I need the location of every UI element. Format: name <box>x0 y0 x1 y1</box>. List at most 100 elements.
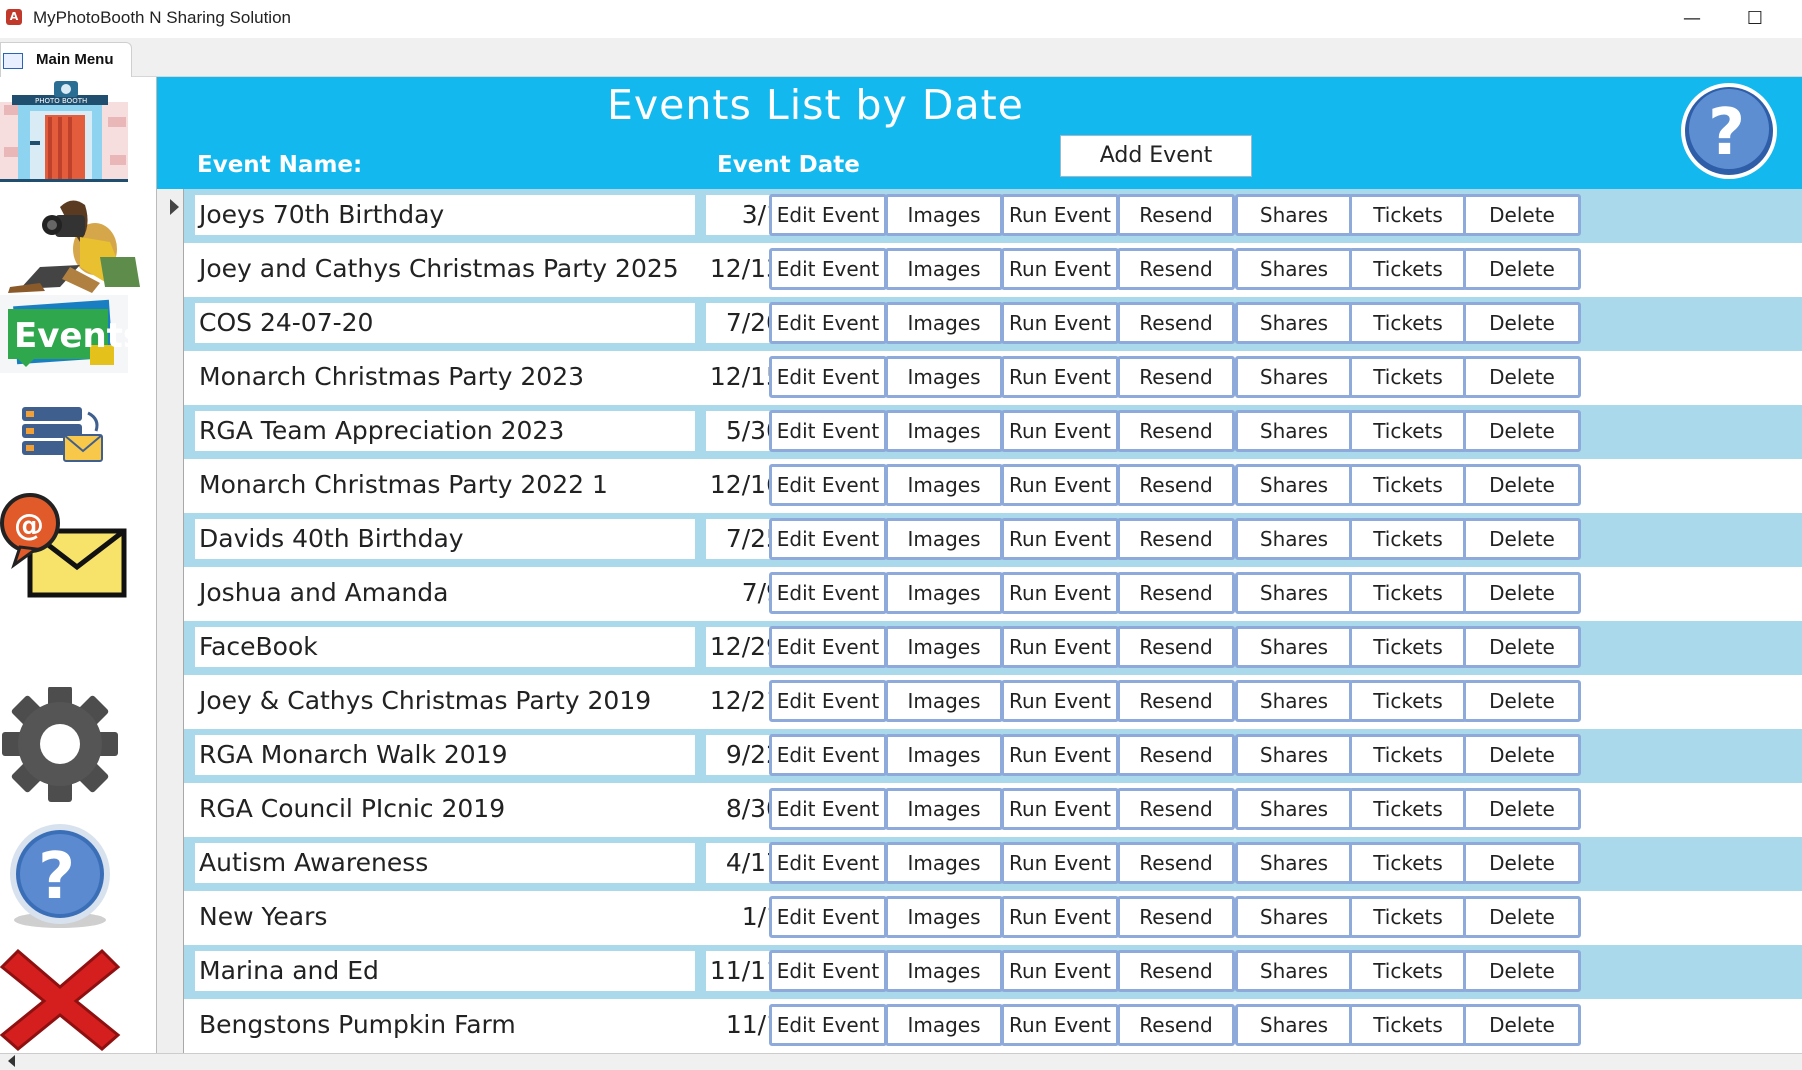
delete-button[interactable]: Delete <box>1463 302 1581 344</box>
images-button[interactable]: Images <box>885 950 1003 992</box>
event-name-field[interactable]: Joey & Cathys Christmas Party 2019 <box>195 681 695 721</box>
tickets-button[interactable]: Tickets <box>1349 680 1467 722</box>
run-event-button[interactable]: Run Event <box>1001 518 1119 560</box>
event-name-field[interactable]: COS 24-07-20 <box>195 303 695 343</box>
record-selector[interactable] <box>157 837 184 892</box>
record-selector[interactable] <box>157 297 184 352</box>
event-name-field[interactable]: Monarch Christmas Party 2023 <box>195 357 695 397</box>
resend-button[interactable]: Resend <box>1117 572 1235 614</box>
run-event-button[interactable]: Run Event <box>1001 734 1119 776</box>
tickets-button[interactable]: Tickets <box>1349 788 1467 830</box>
record-selector[interactable] <box>157 945 184 1000</box>
resend-button[interactable]: Resend <box>1117 248 1235 290</box>
tickets-button[interactable]: Tickets <box>1349 194 1467 236</box>
run-event-button[interactable]: Run Event <box>1001 356 1119 398</box>
edit-event-button[interactable]: Edit Event <box>769 302 887 344</box>
edit-event-button[interactable]: Edit Event <box>769 194 887 236</box>
record-selector[interactable] <box>157 351 184 406</box>
resend-button[interactable]: Resend <box>1117 734 1235 776</box>
event-name-field[interactable]: RGA Monarch Walk 2019 <box>195 735 695 775</box>
database-mail-icon[interactable] <box>0 399 130 469</box>
record-selector[interactable] <box>157 891 184 946</box>
tickets-button[interactable]: Tickets <box>1349 626 1467 668</box>
resend-button[interactable]: Resend <box>1117 194 1235 236</box>
edit-event-button[interactable]: Edit Event <box>769 464 887 506</box>
run-event-button[interactable]: Run Event <box>1001 410 1119 452</box>
record-selector[interactable] <box>157 459 184 514</box>
edit-event-button[interactable]: Edit Event <box>769 1004 887 1046</box>
shares-button[interactable]: Shares <box>1235 1004 1353 1046</box>
tickets-button[interactable]: Tickets <box>1349 518 1467 560</box>
images-button[interactable]: Images <box>885 248 1003 290</box>
record-selector[interactable] <box>157 405 184 460</box>
edit-event-button[interactable]: Edit Event <box>769 572 887 614</box>
photographer-icon[interactable] <box>0 187 140 297</box>
edit-event-button[interactable]: Edit Event <box>769 950 887 992</box>
delete-button[interactable]: Delete <box>1463 842 1581 884</box>
images-button[interactable]: Images <box>885 194 1003 236</box>
delete-button[interactable]: Delete <box>1463 1004 1581 1046</box>
event-name-field[interactable]: Joeys 70th Birthday <box>195 195 695 235</box>
tickets-button[interactable]: Tickets <box>1349 896 1467 938</box>
edit-event-button[interactable]: Edit Event <box>769 680 887 722</box>
resend-button[interactable]: Resend <box>1117 1004 1235 1046</box>
edit-event-button[interactable]: Edit Event <box>769 896 887 938</box>
images-button[interactable]: Images <box>885 410 1003 452</box>
horizontal-scrollbar[interactable] <box>0 1053 1802 1070</box>
tickets-button[interactable]: Tickets <box>1349 572 1467 614</box>
close-icon[interactable] <box>0 941 130 1051</box>
delete-button[interactable]: Delete <box>1463 464 1581 506</box>
tickets-button[interactable]: Tickets <box>1349 302 1467 344</box>
delete-button[interactable]: Delete <box>1463 572 1581 614</box>
events-icon[interactable]: Events <box>0 295 143 375</box>
edit-event-button[interactable]: Edit Event <box>769 248 887 290</box>
scroll-left-arrow-icon[interactable] <box>8 1055 15 1067</box>
edit-event-button[interactable]: Edit Event <box>769 518 887 560</box>
shares-button[interactable]: Shares <box>1235 788 1353 830</box>
run-event-button[interactable]: Run Event <box>1001 842 1119 884</box>
record-selector[interactable] <box>157 729 184 784</box>
event-name-field[interactable]: Bengstons Pumpkin Farm <box>195 1005 695 1045</box>
edit-event-button[interactable]: Edit Event <box>769 626 887 668</box>
event-name-field[interactable]: Joey and Cathys Christmas Party 2025 <box>195 249 695 289</box>
resend-button[interactable]: Resend <box>1117 356 1235 398</box>
tickets-button[interactable]: Tickets <box>1349 410 1467 452</box>
tickets-button[interactable]: Tickets <box>1349 734 1467 776</box>
photo-booth-icon[interactable]: PHOTO BOOTH <box>0 77 130 182</box>
resend-button[interactable]: Resend <box>1117 302 1235 344</box>
resend-button[interactable]: Resend <box>1117 626 1235 668</box>
delete-button[interactable]: Delete <box>1463 410 1581 452</box>
delete-button[interactable]: Delete <box>1463 734 1581 776</box>
images-button[interactable]: Images <box>885 302 1003 344</box>
images-button[interactable]: Images <box>885 788 1003 830</box>
resend-button[interactable]: Resend <box>1117 518 1235 560</box>
maximize-button[interactable]: ☐ <box>1735 4 1775 34</box>
email-icon[interactable]: @ <box>0 489 130 599</box>
record-selector[interactable] <box>157 567 184 622</box>
resend-button[interactable]: Resend <box>1117 842 1235 884</box>
tickets-button[interactable]: Tickets <box>1349 248 1467 290</box>
edit-event-button[interactable]: Edit Event <box>769 788 887 830</box>
delete-button[interactable]: Delete <box>1463 788 1581 830</box>
resend-button[interactable]: Resend <box>1117 950 1235 992</box>
event-name-field[interactable]: Joshua and Amanda <box>195 573 695 613</box>
gear-icon[interactable] <box>0 686 130 802</box>
tickets-button[interactable]: Tickets <box>1349 464 1467 506</box>
record-selector[interactable] <box>157 621 184 676</box>
delete-button[interactable]: Delete <box>1463 680 1581 722</box>
delete-button[interactable]: Delete <box>1463 518 1581 560</box>
shares-button[interactable]: Shares <box>1235 896 1353 938</box>
record-selector[interactable] <box>157 999 184 1053</box>
shares-button[interactable]: Shares <box>1235 842 1353 884</box>
event-name-field[interactable]: Monarch Christmas Party 2022 1 <box>195 465 695 505</box>
shares-button[interactable]: Shares <box>1235 302 1353 344</box>
event-name-field[interactable]: Marina and Ed <box>195 951 695 991</box>
resend-button[interactable]: Resend <box>1117 464 1235 506</box>
shares-button[interactable]: Shares <box>1235 950 1353 992</box>
event-name-field[interactable]: New Years <box>195 897 695 937</box>
shares-button[interactable]: Shares <box>1235 194 1353 236</box>
edit-event-button[interactable]: Edit Event <box>769 356 887 398</box>
tab-main-menu[interactable]: Main Menu <box>0 42 132 77</box>
run-event-button[interactable]: Run Event <box>1001 788 1119 830</box>
run-event-button[interactable]: Run Event <box>1001 194 1119 236</box>
